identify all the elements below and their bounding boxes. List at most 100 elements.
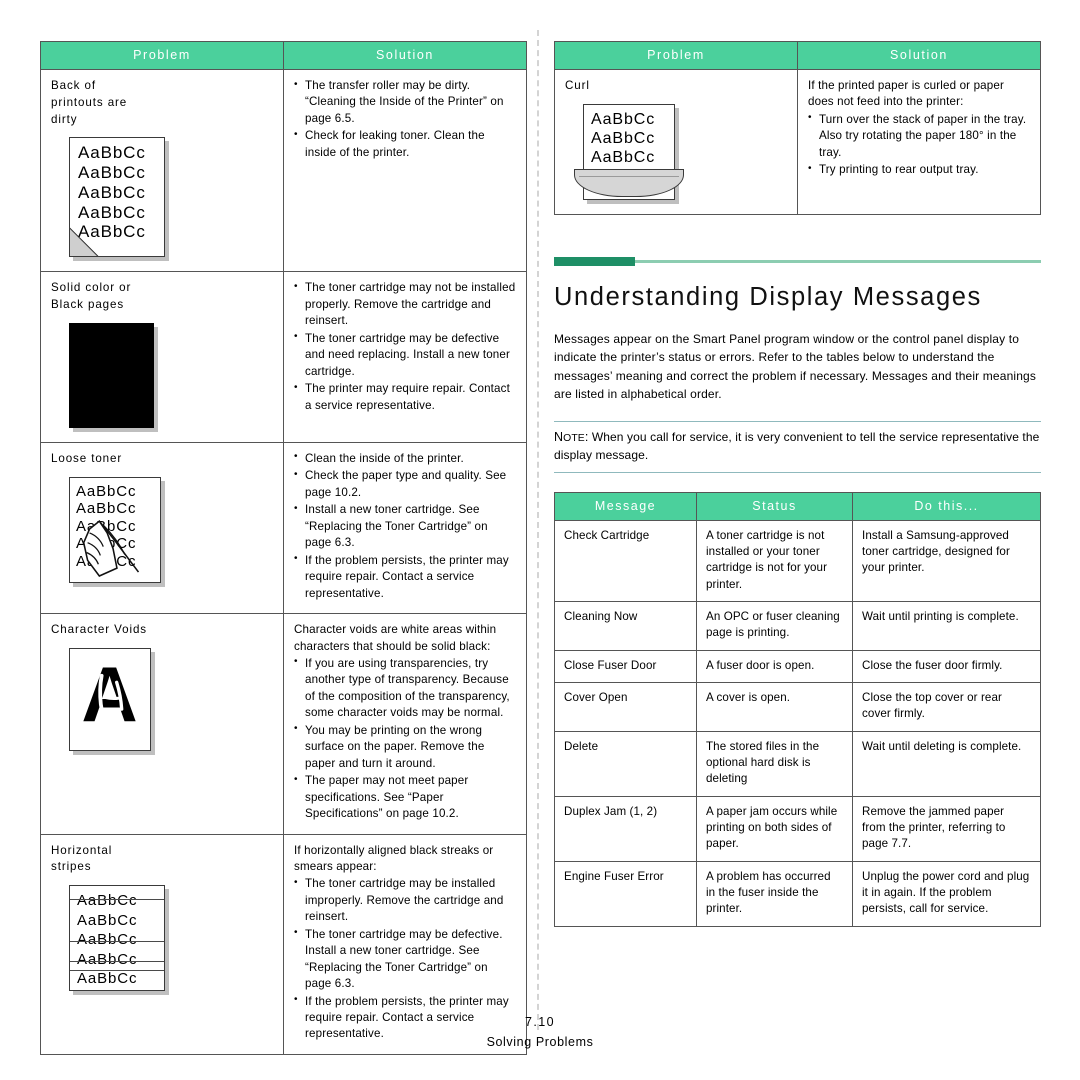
list-item: Check for leaking toner. Clean the insid…	[294, 128, 516, 161]
list-item: The toner cartridge may be installed imp…	[294, 876, 516, 925]
section-rule-thin	[635, 259, 1041, 263]
list-item: You may be printing on the wrong surface…	[294, 722, 516, 772]
section-heading-block: Understanding Display Messages Messages …	[554, 256, 1041, 403]
message-cell: Cover Open	[554, 682, 697, 732]
solution-cell: The transfer roller may be dirty. “Clean…	[283, 68, 527, 273]
table-header-row: Problem Solution	[40, 41, 527, 70]
sample-text-line: AaBbCc	[77, 892, 138, 910]
message-cell: Duplex Jam (1, 2)	[554, 795, 697, 862]
curl-problem-table: Problem Solution Curl AaBbCc AaBbCc AaBb…	[554, 41, 1041, 215]
solution-lead-text: If the printed paper is curled or paper …	[808, 79, 1004, 109]
void-streaks-icon	[98, 673, 124, 718]
problem-cell: Curl AaBbCc AaBbCc AaBbCc AaBbCc	[554, 69, 798, 215]
page-footer: 7.10 Solving Problems	[0, 1015, 1080, 1049]
problem-cell: Solid color or Black pages	[40, 271, 284, 443]
section-rule-thick	[554, 256, 635, 266]
sample-curled-page-image: AaBbCc AaBbCc AaBbCc AaBbCc	[574, 103, 787, 200]
sample-character-void-image: A	[69, 647, 273, 751]
list-item: The toner cartridge may not be installed…	[294, 280, 516, 329]
table-row: Close Fuser Door A fuser door is open. C…	[554, 649, 1041, 684]
sample-text-line: AaBbCc	[78, 202, 146, 222]
do-this-cell: Remove the jammed paper from the printer…	[852, 795, 1041, 862]
page-title: Understanding Display Messages	[554, 282, 982, 311]
problem-title: Back of printouts are dirty	[51, 78, 273, 128]
problem-title-line: Black pages	[51, 298, 125, 312]
sample-horizontal-stripes-image: AaBbCc AaBbCc AaBbCc AaBbCc AaBbCc	[69, 885, 273, 992]
column-header-solution: Solution	[797, 41, 1041, 70]
list-item: The printer may require repair. Contact …	[294, 381, 516, 414]
status-cell: A problem has occurred in the fuser insi…	[696, 860, 853, 927]
table-row: Cover Open A cover is open. Close the to…	[554, 682, 1041, 732]
section-rule	[554, 256, 1041, 266]
sample-text-line: AaBbCc	[591, 149, 656, 167]
table-row: Curl AaBbCc AaBbCc AaBbCc AaBbCc	[554, 69, 1041, 215]
problem-title-line: Horizontal	[51, 843, 113, 857]
paper-curl-icon	[574, 168, 684, 197]
column-header-status: Status	[696, 491, 853, 521]
status-cell: The stored files in the optional hard di…	[696, 730, 853, 797]
note-text-paragraph: NOTE: When you call for service, it is v…	[554, 428, 1041, 465]
message-cell: Check Cartridge	[554, 519, 697, 603]
table-row: Back of printouts are dirty AaBbCc AaBbC…	[40, 68, 527, 273]
list-item: Try printing to rear output tray.	[808, 162, 1030, 178]
sample-text-line: AaBbCc	[77, 931, 138, 949]
section-body-text: Messages appear on the Smart Panel progr…	[554, 332, 1037, 401]
status-cell: A fuser door is open.	[696, 649, 853, 684]
table-row: Cleaning Now An OPC or fuser cleaning pa…	[554, 601, 1041, 651]
do-this-cell: Install a Samsung-approved toner cartrid…	[852, 519, 1041, 603]
message-cell: Close Fuser Door	[554, 649, 697, 684]
note-label-first-letter: N	[554, 430, 564, 445]
left-column: Problem Solution Back of printouts are d…	[40, 41, 527, 1055]
problem-title-line: dirty	[51, 112, 78, 126]
right-column: Problem Solution Curl AaBbCc AaBbCc AaBb…	[554, 41, 1041, 927]
do-this-cell: Close the fuser door firmly.	[852, 649, 1041, 684]
problem-title-line: Character Voids	[51, 623, 147, 637]
note-body-text: When you call for service, it is very co…	[554, 430, 1040, 462]
note-box: NOTE: When you call for service, it is v…	[554, 421, 1041, 473]
problem-cell: Character Voids A	[40, 613, 284, 835]
problem-title-line: Curl	[565, 79, 590, 92]
sample-text-line: AaBbCc	[78, 182, 146, 202]
table-row: Engine Fuser Error A problem has occurre…	[554, 860, 1041, 927]
table-row: Delete The stored files in the optional …	[554, 730, 1041, 797]
table-row: Check Cartridge A toner cartridge is not…	[554, 519, 1041, 603]
table-row: Character Voids A Character voids are wh…	[40, 613, 527, 835]
sample-loose-toner-image: AaBbCc AaBbCc AaBbCc AaBbCc AaBbCc	[69, 476, 273, 583]
list-item: The toner cartridge may be defective and…	[294, 330, 516, 380]
table-row: Duplex Jam (1, 2) A paper jam occurs whi…	[554, 795, 1041, 862]
sample-text-block: AaBbCc AaBbCc AaBbCc AaBbCc AaBbCc	[70, 886, 164, 990]
display-messages-table: Message Status Do this... Check Cartridg…	[554, 491, 1041, 927]
problem-title-line: printouts are	[51, 95, 128, 109]
sample-text-line: AaBbCc	[78, 143, 146, 163]
sample-text-line: AaBbCc	[77, 911, 138, 929]
list-item: The transfer roller may be dirty. “Clean…	[294, 77, 516, 127]
solution-cell: Clean the inside of the printer. Check t…	[283, 441, 527, 615]
problem-title-line: stripes	[51, 860, 92, 874]
do-this-cell: Wait until printing is complete.	[852, 601, 1041, 651]
problem-cell: Back of printouts are dirty AaBbCc AaBbC…	[40, 68, 284, 273]
message-cell: Cleaning Now	[554, 601, 697, 651]
list-item: If you are using transparencies, try ano…	[294, 655, 516, 722]
note-label-rest: OTE	[563, 433, 585, 445]
problem-title-line: Solid color or	[51, 281, 132, 295]
solution-bullet-list: Clean the inside of the printer. Check t…	[294, 450, 516, 602]
do-this-cell: Wait until deleting is complete.	[852, 730, 1041, 797]
solution-cell: If the printed paper is curled or paper …	[797, 69, 1041, 215]
message-cell: Delete	[554, 730, 697, 797]
problem-cell: Loose toner AaBbCc AaBbCc AaBbCc AaBbCc …	[40, 441, 284, 615]
status-cell: A cover is open.	[696, 682, 853, 732]
list-item: If the problem persists, the printer may…	[294, 552, 516, 602]
page-center-divider	[537, 30, 539, 1030]
table-header-row: Message Status Do this...	[554, 491, 1041, 521]
solution-cell: Character voids are white areas within c…	[283, 613, 527, 835]
sample-dirty-back-image: AaBbCc AaBbCc AaBbCc AaBbCc AaBbCc	[69, 137, 273, 258]
problem-title: Curl	[565, 78, 787, 95]
problem-title: Loose toner	[51, 451, 273, 468]
sample-text-line: AaBbCc	[77, 970, 138, 988]
sample-letter-a: A	[70, 649, 150, 735]
solution-lead-text: Character voids are white areas within c…	[294, 623, 497, 653]
sample-black-page-image	[69, 322, 273, 428]
solution-bullet-list: If you are using transparencies, try ano…	[294, 655, 516, 823]
list-item: Install a new toner cartridge. See “Repl…	[294, 502, 516, 551]
solution-bullet-list: The transfer roller may be dirty. “Clean…	[294, 77, 516, 161]
